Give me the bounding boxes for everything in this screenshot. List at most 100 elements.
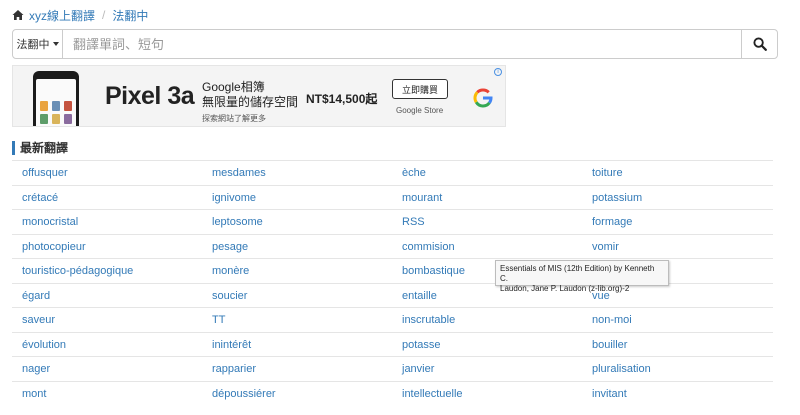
word-link[interactable]: potassium <box>592 192 642 204</box>
ad-copy: Google相簿 無限量的儲存空間 <box>202 80 298 110</box>
section-title: 最新翻譯 <box>12 141 68 155</box>
word-cell: ignivome <box>202 186 392 210</box>
word-link[interactable]: invitant <box>592 388 627 400</box>
word-link[interactable]: monocristal <box>22 216 78 228</box>
word-link[interactable]: commision <box>402 241 455 253</box>
ad-choices-icon[interactable]: i <box>494 68 502 76</box>
word-link[interactable]: saveur <box>22 314 55 326</box>
word-cell: mont <box>12 382 202 406</box>
word-link[interactable]: mourant <box>402 192 442 204</box>
breadcrumb-home-link[interactable]: xyz線上翻譯 <box>29 7 95 24</box>
word-cell: non-moi <box>582 308 773 332</box>
breadcrumb: xyz線上翻譯 / 法翻中 <box>12 6 148 24</box>
word-cell: rapparier <box>202 357 392 381</box>
word-cell: invitant <box>582 382 773 406</box>
ad-subtext: 探索網站了解更多 <box>202 114 266 123</box>
word-cell: toiture <box>582 161 773 185</box>
word-link[interactable]: potasse <box>402 339 441 351</box>
table-row: saveur TT inscrutable non-moi <box>12 307 773 332</box>
table-row: évolution inintérêt potasse bouiller <box>12 331 773 357</box>
language-dropdown-label: 法翻中 <box>16 39 50 51</box>
word-link[interactable]: photocopieur <box>22 241 86 253</box>
word-cell: inintérêt <box>202 333 392 357</box>
word-link[interactable]: rapparier <box>212 363 256 375</box>
table-row: mont dépoussiérer intellectuelle invitant <box>12 380 773 406</box>
word-link[interactable]: égard <box>22 290 50 302</box>
word-link[interactable]: inscrutable <box>402 314 455 326</box>
word-cell: intellectuelle <box>392 382 582 406</box>
word-cell: bouiller <box>582 333 773 357</box>
word-link[interactable]: crétacé <box>22 192 58 204</box>
word-cell: formage <box>582 210 773 234</box>
word-link[interactable]: bombastique <box>402 265 465 277</box>
word-link[interactable]: bouiller <box>592 339 627 351</box>
word-link[interactable]: inintérêt <box>212 339 251 351</box>
search-button[interactable] <box>741 30 777 58</box>
search-input[interactable] <box>63 30 741 58</box>
word-link[interactable]: monère <box>212 265 249 277</box>
table-row: photocopieur pesage commision vomir <box>12 233 773 259</box>
word-cell: potassium <box>582 186 773 210</box>
word-link[interactable]: intellectuelle <box>402 388 463 400</box>
word-link[interactable]: ignivome <box>212 192 256 204</box>
breadcrumb-current[interactable]: 法翻中 <box>112 7 148 24</box>
word-link[interactable]: soucier <box>212 290 247 302</box>
word-link[interactable]: dépoussiérer <box>212 388 276 400</box>
word-link[interactable]: non-moi <box>592 314 632 326</box>
table-row: offusquer mesdames èche toiture <box>12 160 773 185</box>
google-logo-icon <box>473 88 493 108</box>
word-cell: nager <box>12 357 202 381</box>
word-link[interactable]: mesdames <box>212 167 266 179</box>
word-cell: pesage <box>202 235 392 259</box>
language-dropdown[interactable]: 法翻中 <box>13 30 63 58</box>
word-cell: touristico-pédagogique <box>12 259 202 283</box>
ad-copy-line1: Google相簿 <box>202 80 265 94</box>
word-cell: égard <box>12 284 202 308</box>
word-cell: mourant <box>392 186 582 210</box>
word-cell: vomir <box>582 235 773 259</box>
word-cell: mesdames <box>202 161 392 185</box>
word-link[interactable]: toiture <box>592 167 623 179</box>
word-link[interactable]: pluralisation <box>592 363 651 375</box>
word-link[interactable]: formage <box>592 216 632 228</box>
word-cell: èche <box>392 161 582 185</box>
word-cell: commision <box>392 235 582 259</box>
word-cell: évolution <box>12 333 202 357</box>
word-link[interactable]: leptosome <box>212 216 263 228</box>
word-link[interactable]: offusquer <box>22 167 68 179</box>
word-cell: crétacé <box>12 186 202 210</box>
breadcrumb-separator: / <box>102 8 106 22</box>
word-cell: TT <box>202 308 392 332</box>
word-cell: RSS <box>392 210 582 234</box>
word-link[interactable]: pesage <box>212 241 248 253</box>
table-row: nager rapparier janvier pluralisation <box>12 356 773 381</box>
word-link[interactable]: touristico-pédagogique <box>22 265 133 277</box>
word-link[interactable]: RSS <box>402 216 425 228</box>
word-cell: janvier <box>392 357 582 381</box>
caret-down-icon <box>52 42 59 46</box>
ad-store-label: Google Store <box>396 106 444 115</box>
ad-buy-button[interactable]: 立即購買 <box>392 79 448 99</box>
word-link[interactable]: entaille <box>402 290 437 302</box>
word-link[interactable]: janvier <box>402 363 434 375</box>
word-cell: soucier <box>202 284 392 308</box>
tooltip: Essentials of MIS (12th Edition) by Kenn… <box>495 260 669 293</box>
table-row: monocristal leptosome RSS formage <box>12 209 773 234</box>
word-cell: monocristal <box>12 210 202 234</box>
word-cell: photocopieur <box>12 235 202 259</box>
home-icon[interactable] <box>12 9 24 21</box>
word-cell: inscrutable <box>392 308 582 332</box>
ad-copy-line2: 無限量的儲存空間 <box>202 95 299 109</box>
word-cell: dépoussiérer <box>202 382 392 406</box>
search-bar: 法翻中 <box>12 29 778 59</box>
word-link[interactable]: vomir <box>592 241 619 253</box>
word-link[interactable]: évolution <box>22 339 66 351</box>
word-link[interactable]: TT <box>212 314 225 326</box>
word-link[interactable]: mont <box>22 388 46 400</box>
search-icon <box>752 37 767 51</box>
ad-banner[interactable]: Pixel 3a Google相簿 無限量的儲存空間 探索網站了解更多 NT$1… <box>12 65 506 127</box>
word-link[interactable]: èche <box>402 167 426 179</box>
phone-image <box>33 71 79 126</box>
word-link[interactable]: nager <box>22 363 50 375</box>
word-cell: pluralisation <box>582 357 773 381</box>
